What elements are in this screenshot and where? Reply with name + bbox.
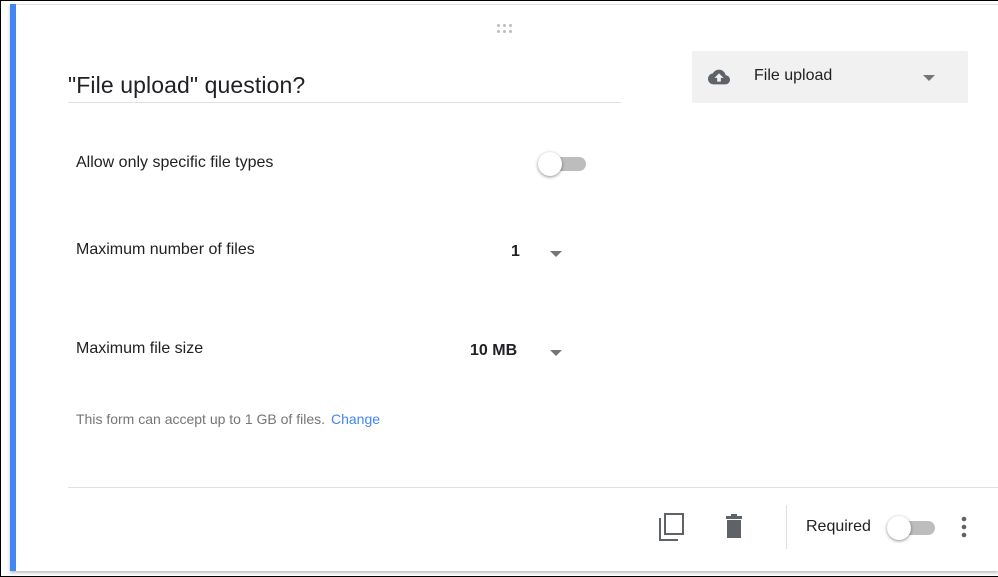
required-toggle[interactable] [887,516,935,540]
trash-icon[interactable] [718,511,750,543]
size-limit-note: This form can accept up to 1 GB of files… [76,411,380,427]
max-size-dropdown[interactable]: 10 MB [464,333,572,367]
footer-divider [68,487,998,488]
more-vertical-icon[interactable] [950,511,974,543]
max-files-value: 1 [511,243,520,260]
specific-types-label: Allow only specific file types [76,154,274,171]
footer-vertical-divider [786,505,787,549]
cloud-upload-icon [708,69,730,85]
specific-types-toggle[interactable] [538,152,586,176]
chevron-down-icon [550,350,562,356]
change-limit-link[interactable]: Change [331,411,380,427]
chevron-down-icon [923,75,935,81]
active-card-indicator [10,4,16,571]
question-title-field[interactable]: "File upload" question? [68,62,621,103]
frame-edge-left [0,0,1,577]
screenshot-frame: "File upload" question? File upload Allo… [0,0,998,577]
max-size-value: 10 MB [470,342,518,359]
question-type-label: File upload [754,67,833,84]
max-files-dropdown[interactable]: 1 [500,234,572,268]
max-size-label: Maximum file size [76,340,204,357]
frame-edge-top [0,0,998,1]
chevron-down-icon [550,251,562,257]
size-limit-text: This form can accept up to 1 GB of files… [76,411,325,427]
required-label: Required [806,518,871,535]
question-type-dropdown[interactable]: File upload [692,51,968,103]
toggle-thumb [887,516,911,540]
copy-icon[interactable] [655,511,687,543]
question-title: "File upload" question? [68,72,306,98]
drag-handle-icon[interactable] [497,24,513,34]
max-files-label: Maximum number of files [76,241,255,258]
toggle-thumb [538,152,562,176]
